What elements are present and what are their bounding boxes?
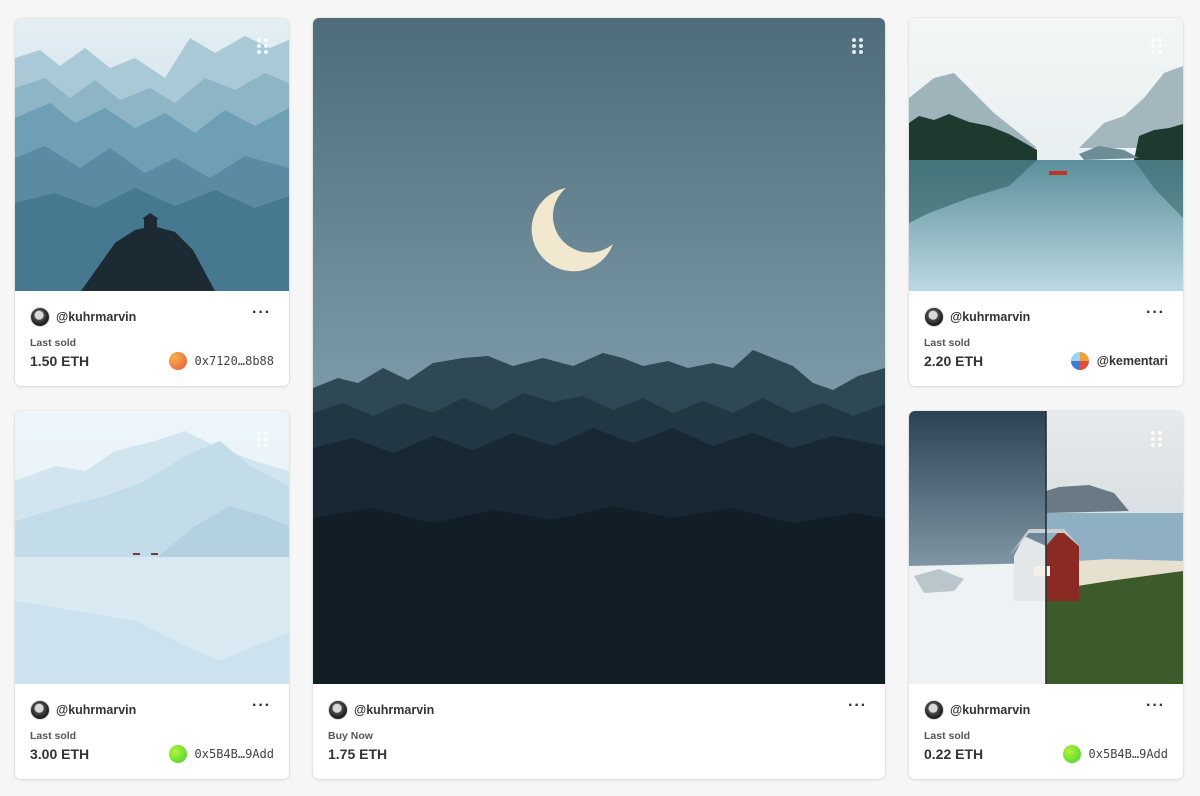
- more-options-icon[interactable]: ···: [252, 698, 271, 714]
- status-label: Last sold: [30, 337, 77, 349]
- nft-card[interactable]: @kuhrmarvin ··· Last sold 1.50 ETH 0x712…: [15, 18, 289, 386]
- holder-address: 0x5B4B…9Add: [1088, 747, 1168, 761]
- nft-card[interactable]: @kuhrmarvin ··· Buy Now 1.75 ETH: [313, 18, 885, 779]
- holder-handle: @kementari: [1096, 354, 1168, 368]
- drag-handle-icon[interactable]: [1149, 38, 1163, 54]
- price: 0.22 ETH: [924, 746, 984, 762]
- nft-card[interactable]: @kuhrmarvin ··· Last sold 3.00 ETH 0x5B4…: [15, 411, 289, 779]
- owner-handle: @kuhrmarvin: [56, 703, 137, 717]
- holder-avatar: [168, 352, 187, 370]
- price: 1.75 ETH: [328, 746, 388, 762]
- holder-address: 0x5B4B…9Add: [194, 747, 274, 761]
- drag-handle-icon[interactable]: [850, 38, 864, 54]
- artwork-image[interactable]: [909, 18, 1183, 291]
- more-options-icon[interactable]: ···: [1146, 698, 1165, 714]
- card-footer: @kuhrmarvin ··· Last sold 0.22 ETH 0x5B4…: [909, 684, 1183, 779]
- avatar: [924, 700, 944, 720]
- holder[interactable]: 0x7120…8b88: [168, 352, 274, 370]
- card-footer: @kuhrmarvin ··· Last sold 3.00 ETH 0x5B4…: [15, 684, 289, 779]
- more-options-icon[interactable]: ···: [848, 698, 867, 714]
- avatar: [328, 700, 348, 720]
- owner-handle: @kuhrmarvin: [950, 703, 1031, 717]
- more-options-icon[interactable]: ···: [252, 305, 271, 321]
- artwork-image[interactable]: [15, 411, 289, 684]
- drag-handle-icon[interactable]: [255, 38, 269, 54]
- status-label: Last sold: [924, 337, 971, 349]
- owner[interactable]: @kuhrmarvin: [30, 307, 136, 327]
- avatar: [924, 307, 944, 327]
- artwork-image[interactable]: [15, 18, 289, 291]
- owner[interactable]: @kuhrmarvin: [328, 700, 434, 720]
- card-footer: @kuhrmarvin ··· Buy Now 1.75 ETH: [313, 684, 885, 779]
- more-options-icon[interactable]: ···: [1146, 305, 1165, 321]
- holder-avatar: [1062, 745, 1081, 763]
- owner-handle: @kuhrmarvin: [56, 310, 137, 324]
- card-footer: @kuhrmarvin ··· Last sold 2.20 ETH @keme…: [909, 291, 1183, 386]
- artwork-image[interactable]: [313, 18, 885, 684]
- card-footer: @kuhrmarvin ··· Last sold 1.50 ETH 0x712…: [15, 291, 289, 386]
- drag-handle-icon[interactable]: [1149, 431, 1163, 447]
- avatar: [30, 307, 50, 327]
- status-label: Last sold: [30, 730, 77, 742]
- holder-avatar: [168, 745, 187, 763]
- status-label: Last sold: [924, 730, 971, 742]
- owner[interactable]: @kuhrmarvin: [924, 307, 1030, 327]
- holder-avatar: [1070, 352, 1089, 370]
- owner[interactable]: @kuhrmarvin: [924, 700, 1030, 720]
- nft-card[interactable]: @kuhrmarvin ··· Last sold 0.22 ETH 0x5B4…: [909, 411, 1183, 779]
- artwork-image[interactable]: [909, 411, 1183, 684]
- holder[interactable]: @kementari: [1070, 352, 1168, 370]
- price: 1.50 ETH: [30, 353, 90, 369]
- owner[interactable]: @kuhrmarvin: [30, 700, 136, 720]
- nft-card[interactable]: @kuhrmarvin ··· Last sold 2.20 ETH @keme…: [909, 18, 1183, 386]
- owner-handle: @kuhrmarvin: [354, 703, 435, 717]
- holder-address: 0x7120…8b88: [194, 354, 274, 368]
- price: 2.20 ETH: [924, 353, 984, 369]
- avatar: [30, 700, 50, 720]
- status-label: Buy Now: [328, 730, 373, 742]
- price: 3.00 ETH: [30, 746, 90, 762]
- drag-handle-icon[interactable]: [255, 431, 269, 447]
- owner-handle: @kuhrmarvin: [950, 310, 1031, 324]
- holder[interactable]: 0x5B4B…9Add: [168, 745, 274, 763]
- holder[interactable]: 0x5B4B…9Add: [1062, 745, 1168, 763]
